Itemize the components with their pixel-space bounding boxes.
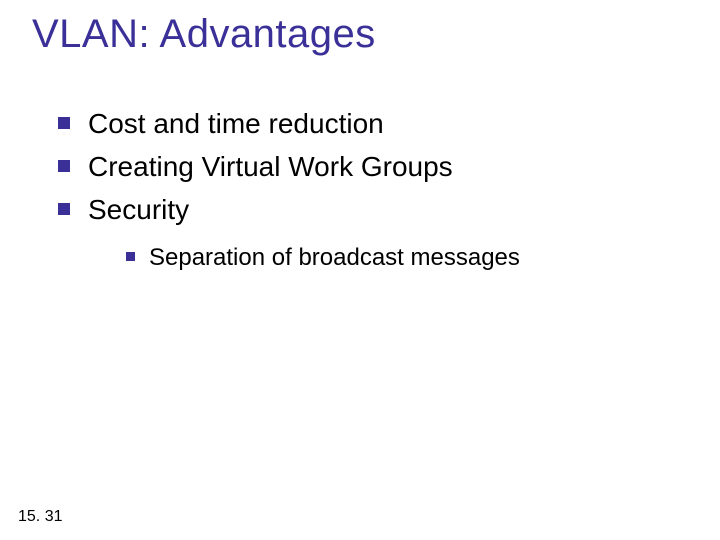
slide-body: Cost and time reduction Creating Virtual… xyxy=(58,106,680,279)
list-item: Cost and time reduction xyxy=(58,106,680,141)
list-item: Security xyxy=(58,192,680,227)
square-bullet-icon xyxy=(126,252,135,261)
list-item-text: Cost and time reduction xyxy=(88,106,384,141)
list-item: Creating Virtual Work Groups xyxy=(58,149,680,184)
sublist-item: Separation of broadcast messages xyxy=(126,243,680,273)
list-item-text: Creating Virtual Work Groups xyxy=(88,149,453,184)
sublist-item-text: Separation of broadcast messages xyxy=(149,243,520,273)
square-bullet-icon xyxy=(58,203,70,215)
slide-title: VLAN: Advantages xyxy=(32,12,376,57)
square-bullet-icon xyxy=(58,117,70,129)
slide: VLAN: Advantages Cost and time reduction… xyxy=(0,0,720,540)
list-item-text: Security xyxy=(88,192,189,227)
slide-number: 15. 31 xyxy=(18,508,62,526)
square-bullet-icon xyxy=(58,160,70,172)
sublist: Separation of broadcast messages xyxy=(126,243,680,273)
